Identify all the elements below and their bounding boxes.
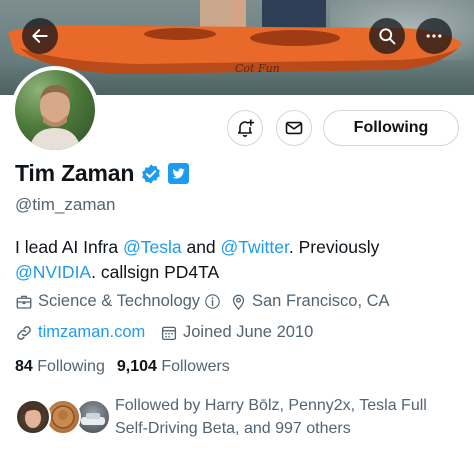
location-pin-icon [232, 294, 245, 310]
mention-nvidia-link[interactable]: @NVIDIA [15, 262, 91, 282]
calendar-icon [161, 326, 177, 340]
cockpit-front [144, 28, 216, 40]
following-label: Following [37, 358, 105, 375]
name-row: Tim Zaman [15, 160, 190, 187]
following-button[interactable]: Following [323, 110, 459, 146]
joined-text: Joined June 2010 [183, 323, 314, 341]
arrow-left-icon [32, 29, 48, 43]
kayak-text: Cot Fun [235, 62, 280, 75]
followers-count-link[interactable]: 9,104 Followers [117, 358, 230, 376]
location-text: San Francisco, CA [252, 292, 390, 310]
bio-text: . Previously [288, 237, 380, 257]
bell-plus-icon [237, 119, 255, 137]
twitter-bird-icon [172, 168, 185, 179]
bio-text: I lead AI Infra [15, 237, 123, 257]
link-icon [17, 325, 31, 340]
cockpit [250, 30, 340, 46]
follow-counts: 84 Following 9,104 Followers [15, 358, 242, 376]
briefcase-icon [16, 295, 32, 309]
more-button[interactable] [416, 18, 452, 54]
joined-row: Joined June 2010 [160, 323, 313, 342]
search-icon [379, 28, 396, 45]
message-button[interactable] [276, 110, 312, 146]
notifications-button[interactable] [227, 110, 263, 146]
back-button[interactable] [22, 18, 58, 54]
avatar[interactable] [11, 66, 99, 154]
followers-label: Followers [161, 358, 230, 375]
website-link[interactable]: timzaman.com [38, 323, 145, 342]
following-count: 84 [15, 358, 33, 375]
bio-text: and [181, 237, 221, 257]
following-count-link[interactable]: 84 Following [15, 358, 105, 376]
info-icon[interactable] [204, 293, 221, 310]
display-name: Tim Zaman [15, 160, 135, 186]
mention-twitter-link[interactable]: @Twitter [221, 237, 289, 257]
more-dots-icon [426, 34, 442, 38]
followers-count: 9,104 [116, 358, 157, 375]
bio: I lead AI Infra @Tesla and @Twitter. Pre… [15, 235, 455, 285]
location-row: San Francisco, CA [230, 292, 390, 311]
avatar-photo [15, 70, 95, 150]
category-text: Science & Technology [38, 292, 201, 310]
mention-tesla-link[interactable]: @Tesla [123, 237, 182, 257]
category-row: Science & Technology [15, 292, 226, 311]
followed-by-text[interactable]: Followed by Harry Bōlz, Penny2x, Tesla F… [115, 394, 445, 440]
search-button[interactable] [369, 18, 405, 54]
bio-text: . callsign PD4TA [91, 262, 220, 282]
envelope-icon [285, 121, 303, 135]
affiliate-badge-icon[interactable] [168, 163, 190, 184]
verified-badge-icon[interactable] [140, 163, 162, 185]
handle: @tim_zaman [15, 195, 116, 214]
website-row: timzaman.com [15, 323, 145, 342]
follower-avatar-1[interactable] [15, 399, 51, 435]
